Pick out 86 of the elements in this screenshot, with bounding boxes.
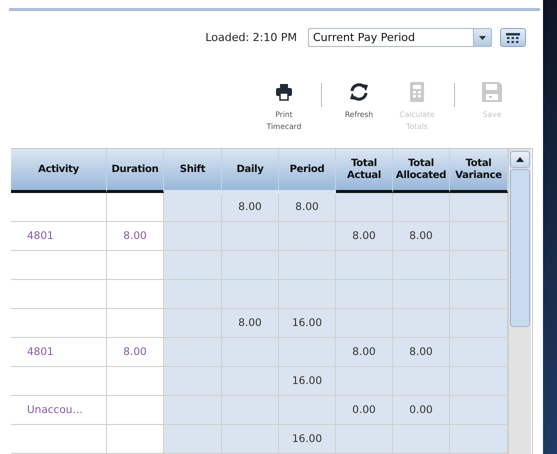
- column-header[interactable]: Total Allocated: [393, 149, 450, 193]
- table-cell: [222, 251, 279, 280]
- table-cell: [222, 338, 279, 367]
- table-cell: [164, 222, 222, 251]
- table-cell: [393, 425, 450, 454]
- column-header[interactable]: Daily: [222, 149, 279, 193]
- table-cell: 8.00: [336, 222, 393, 251]
- table-cell: [450, 309, 508, 338]
- table-cell: 0.00: [393, 396, 450, 425]
- table-cell: [279, 280, 336, 309]
- grid-icon: [506, 32, 520, 42]
- table-cell: [164, 425, 222, 454]
- calendar-button[interactable]: [500, 28, 526, 47]
- table-cell: [164, 396, 222, 425]
- refresh-icon: [348, 81, 370, 103]
- table-cell: [107, 251, 164, 280]
- table-cell: [222, 425, 279, 454]
- column-header[interactable]: Period: [279, 149, 336, 193]
- table-cell: 8.00: [222, 309, 279, 338]
- table-cell: [222, 222, 279, 251]
- table-cell: [222, 367, 279, 396]
- table-cell: 8.00: [107, 222, 164, 251]
- table-cell: [336, 425, 393, 454]
- table-cell: [164, 193, 222, 222]
- column-header[interactable]: Shift: [164, 149, 222, 193]
- table-cell: 8.00: [393, 222, 450, 251]
- table-cell: [279, 396, 336, 425]
- table-cell: [107, 193, 164, 222]
- table-cell: 8.00: [222, 193, 279, 222]
- table-cell: 16.00: [279, 309, 336, 338]
- table-cell: 8.00: [279, 193, 336, 222]
- table-cell: 8.00: [393, 338, 450, 367]
- table-cell: [393, 193, 450, 222]
- table-cell: [222, 396, 279, 425]
- table-cell: [279, 251, 336, 280]
- table-cell: [336, 251, 393, 280]
- column-header[interactable]: Activity: [11, 149, 107, 193]
- table-cell: [279, 222, 336, 251]
- table-cell: 8.00: [336, 338, 393, 367]
- table-cell: [107, 280, 164, 309]
- table-cell: 16.00: [279, 367, 336, 396]
- scroll-thumb[interactable]: [510, 169, 530, 327]
- table-cell: [164, 338, 222, 367]
- table-cell: [393, 280, 450, 309]
- table-cell: [450, 338, 508, 367]
- table-cell: [336, 367, 393, 396]
- table-cell: 0.00: [336, 396, 393, 425]
- period-dropdown[interactable]: Current Pay Period: [308, 28, 492, 47]
- table-cell: [107, 367, 164, 396]
- table-cell: [336, 193, 393, 222]
- table-cell: [164, 251, 222, 280]
- table-cell: [336, 309, 393, 338]
- loaded-time: Loaded: 2:10 PM: [205, 31, 297, 44]
- table-cell: [279, 338, 336, 367]
- table-cell: [164, 309, 222, 338]
- table-cell: [393, 309, 450, 338]
- table-cell: 4801: [11, 222, 107, 251]
- table-cell: [336, 280, 393, 309]
- table-cell: 16.00: [279, 425, 336, 454]
- column-header[interactable]: Total Variance: [450, 149, 508, 193]
- table-cell: [222, 280, 279, 309]
- table-cell: [450, 367, 508, 396]
- table-cell: [393, 367, 450, 396]
- table-cell: [450, 425, 508, 454]
- table-cell: [164, 280, 222, 309]
- table-cell: [450, 222, 508, 251]
- table-cell: [107, 396, 164, 425]
- caret-icon: [473, 29, 491, 46]
- column-header[interactable]: Duration: [107, 149, 164, 193]
- table-cell: 8.00: [107, 338, 164, 367]
- up-arrow-icon: [516, 157, 524, 162]
- scroll-up-button[interactable]: [510, 151, 530, 168]
- table-cell: [450, 280, 508, 309]
- table-cell: [450, 193, 508, 222]
- table-cell: [107, 309, 164, 338]
- table-cell: [107, 425, 164, 454]
- table-cell: [450, 396, 508, 425]
- table-cell: 4801: [11, 338, 107, 367]
- table-cell: [393, 251, 450, 280]
- calculator-icon: [410, 81, 424, 103]
- column-header[interactable]: Total Actual: [336, 149, 393, 193]
- table-cell: [164, 367, 222, 396]
- printer-icon: [275, 81, 293, 103]
- scrollbar[interactable]: [508, 149, 531, 454]
- table-cell: Unaccou…: [11, 396, 107, 425]
- table-cell: [450, 251, 508, 280]
